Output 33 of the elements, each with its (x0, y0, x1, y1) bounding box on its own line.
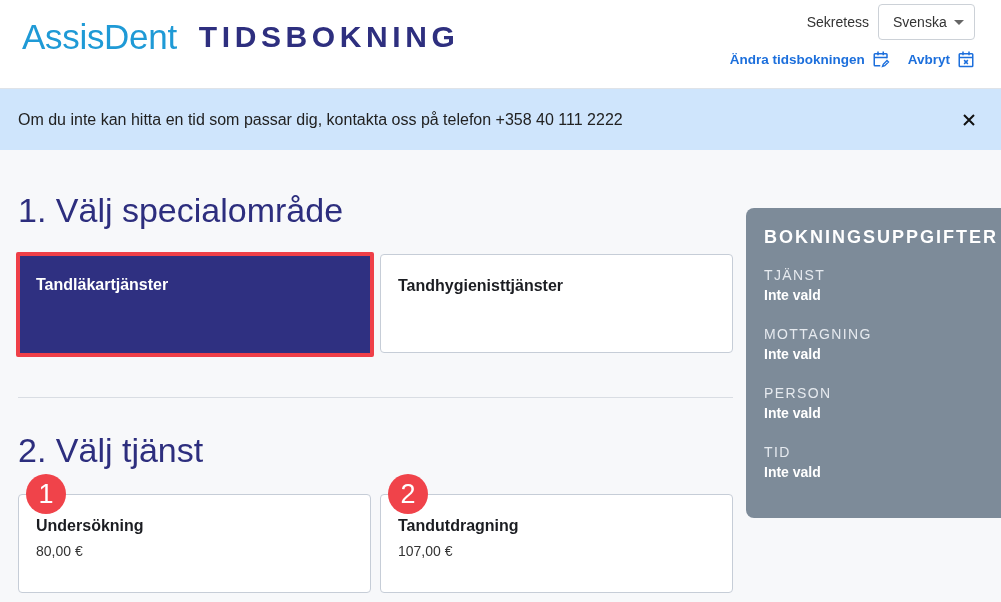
language-select[interactable]: Svenska (878, 4, 975, 40)
summary-label: MOTTAGNING (764, 325, 872, 344)
step-heading: 2. Välj tjänst (18, 430, 204, 470)
summary-value: Inte vald (764, 463, 821, 482)
option-price: 107,00 € (398, 542, 454, 560)
summary-value: Inte vald (764, 404, 821, 423)
number-badge: 2 (388, 474, 428, 514)
summary-label: PERSON (764, 384, 832, 403)
caret-icon (954, 19, 964, 25)
calendar-pencil-icon (871, 50, 890, 68)
summary-label: TJÄNST (764, 266, 826, 285)
cancel-link[interactable]: Avbryt (907, 50, 975, 68)
close-button[interactable] (961, 111, 977, 128)
option-title: Tandhygienisttjänster (398, 276, 565, 296)
option-card[interactable]: Tandläkartjänster (16, 252, 374, 357)
step-heading: 1. Välj specialområde (18, 190, 344, 230)
number-badge: 1 (26, 474, 66, 514)
summary-value: Inte vald (764, 345, 821, 364)
calendar-x-icon (957, 50, 975, 68)
summary-label: TID (764, 443, 791, 462)
option-price: 80,00 € (36, 542, 84, 560)
option-title: Tandläkartjänster (36, 275, 170, 295)
edit-booking-link[interactable]: Ändra tidsbokningen (729, 50, 890, 68)
privacy-link[interactable]: Sekretess (806, 14, 869, 30)
summary-value: Inte vald (764, 286, 821, 305)
page-title: TIDSBOKNING (198, 19, 460, 55)
close-icon (963, 113, 975, 126)
option-title: Tandutdragning (398, 516, 520, 536)
logo: AssisDent (22, 17, 177, 57)
summary-title: BOKNINGSUPPGIFTER (764, 226, 998, 248)
notice-text: Om du inte kan hitta en tid som passar dig, kontakta oss på telefon +358 40 111 2222 (18, 110, 623, 129)
option-card[interactable]: Tandhygienisttjänster (380, 254, 733, 353)
option-title: Undersökning (36, 516, 145, 536)
